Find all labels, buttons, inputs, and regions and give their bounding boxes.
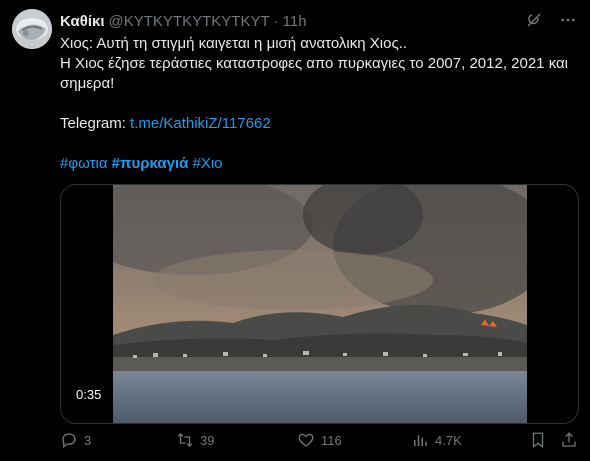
share-icon [562, 432, 576, 447]
like-count: 116 [321, 432, 342, 448]
hashtag-pyrkagia[interactable]: #πυρκαγιά [112, 155, 189, 172]
video-duration: 0:35 [70, 385, 108, 404]
grok-icon[interactable] [524, 10, 544, 30]
tweet-header: Καθίκι @KYTKYTKYTKYTKYT · 11h [60, 10, 580, 32]
tweet-line: Χιος: Αυτή τη στιγμή καιγεται η μισή ανα… [60, 35, 408, 52]
bookmark-button[interactable] [529, 431, 547, 449]
tweet[interactable]: Καθίκι @KYTKYTKYTKYTKYT · 11h Χιος: Αυτή… [0, 0, 590, 461]
like-button[interactable]: 116 [297, 431, 342, 449]
separator-dot: · [273, 12, 279, 30]
views-count: 4.7K [435, 432, 462, 448]
more-icon[interactable] [558, 10, 578, 30]
tweet-line: Η Χιος έζησε τεράστιες καταστροφες απο π… [60, 55, 569, 72]
views-button[interactable]: 4.7K [411, 431, 462, 449]
hashtag-fotia[interactable]: #φωτια [60, 155, 108, 172]
user-handle[interactable]: @KYTKYTKYTKYTKYT [109, 13, 270, 30]
repost-count: 39 [200, 432, 215, 448]
hashtag-line: #φωτια #πυρκαγιά #Χιο [60, 154, 580, 174]
action-bar: 3 39 116 4.7K [60, 428, 580, 452]
share-button[interactable] [560, 431, 578, 449]
bookmark-icon [532, 432, 544, 449]
reply-button[interactable]: 3 [60, 431, 91, 449]
hashtag-chio[interactable]: #Χιο [193, 155, 223, 172]
avatar-image [12, 9, 52, 49]
reply-count: 3 [84, 432, 92, 448]
repost-button[interactable]: 39 [176, 431, 214, 449]
like-icon [298, 433, 314, 447]
video-frame[interactable] [73, 185, 553, 423]
telegram-line: Telegram: t.me/KathikiZ/117662 [60, 114, 580, 134]
views-icon [414, 435, 427, 446]
avatar[interactable] [12, 9, 52, 49]
video-player[interactable]: 0:35 [60, 184, 579, 424]
video-thumbnail [73, 185, 553, 423]
tweet-text: Χιος: Αυτή τη στιγμή καιγεται η μισή ανα… [60, 34, 580, 174]
repost-icon [177, 433, 193, 447]
display-name[interactable]: Καθίκι [60, 13, 105, 30]
timestamp[interactable]: 11h [283, 13, 307, 30]
reply-icon [62, 433, 76, 449]
tweet-line: σημερα! [60, 75, 115, 92]
telegram-link[interactable]: t.me/KathikiZ/117662 [130, 115, 271, 132]
telegram-label: Telegram: [60, 115, 126, 132]
